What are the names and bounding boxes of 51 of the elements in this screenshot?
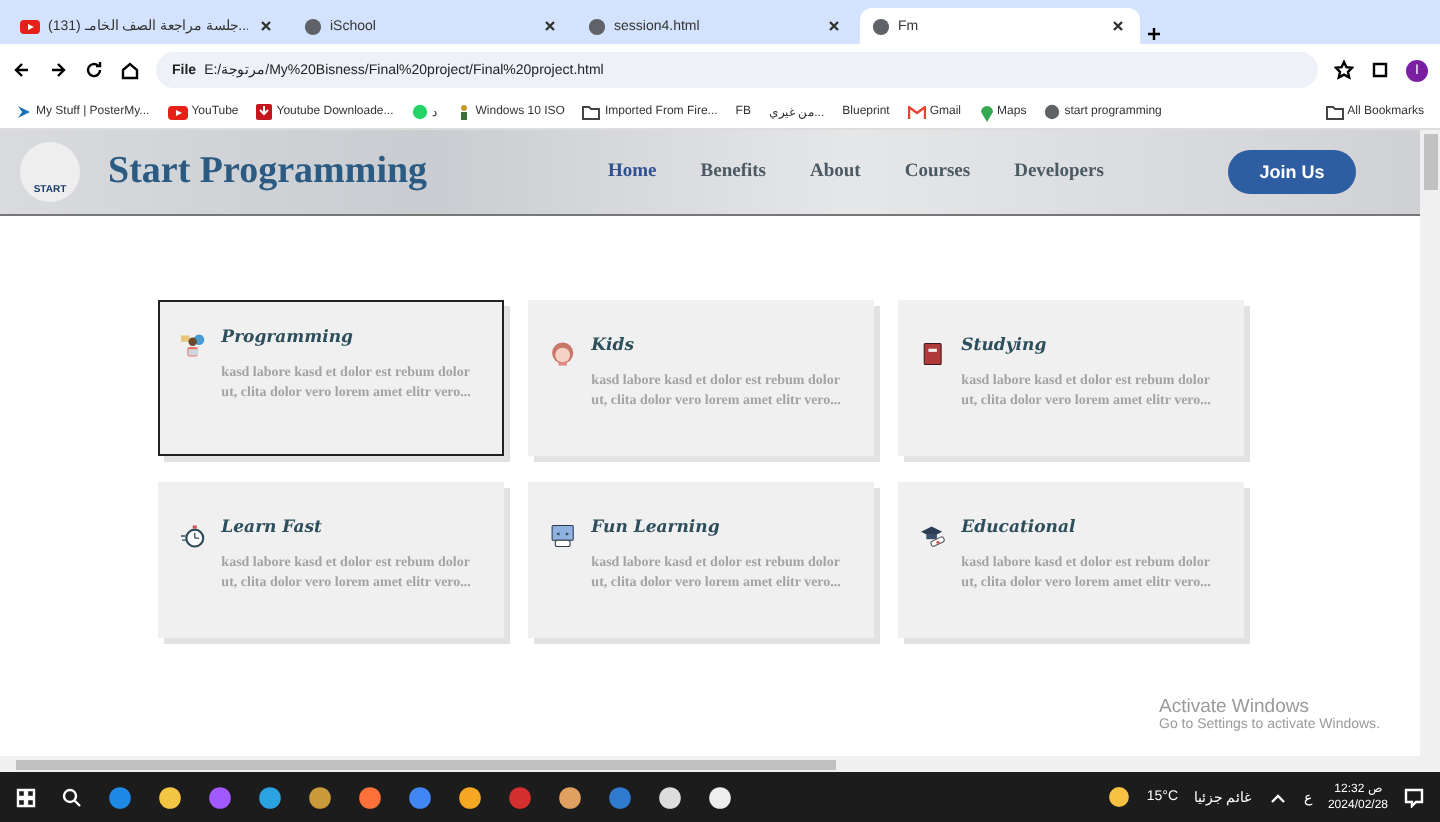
card-title: Fun Learning	[591, 518, 722, 538]
search-icon[interactable]	[62, 787, 82, 807]
nav-link[interactable]: Home	[608, 162, 657, 182]
notification-icon[interactable]	[1404, 787, 1424, 807]
app-icon	[158, 785, 182, 809]
nav-link[interactable]: About	[810, 162, 861, 182]
figure-icon	[455, 104, 472, 120]
card-title: Programming	[221, 328, 355, 348]
card-title: Kids	[591, 336, 637, 356]
app-icon	[608, 785, 632, 809]
app-icon	[358, 785, 382, 809]
activation-title: Activate Windows	[1159, 696, 1309, 718]
app-icon	[458, 785, 482, 809]
app-icon	[408, 785, 432, 809]
download-icon	[256, 104, 273, 120]
mail-icon	[907, 105, 926, 119]
card-title: Educational	[961, 518, 1078, 538]
video-icon	[20, 19, 40, 33]
card-title: Studying	[961, 336, 1049, 356]
horizontal-scrollbar[interactable]	[0, 756, 1440, 772]
reload-icon[interactable]	[84, 60, 104, 80]
plus-icon[interactable]	[1144, 24, 1164, 44]
close-icon[interactable]	[256, 16, 276, 36]
app-icon	[558, 785, 582, 809]
video-icon	[167, 105, 188, 119]
close-icon[interactable]	[824, 16, 844, 36]
app-icon	[208, 785, 232, 809]
home-icon[interactable]	[120, 60, 140, 80]
back-icon[interactable]	[12, 60, 32, 80]
close-icon[interactable]	[540, 16, 560, 36]
folder-icon	[1325, 105, 1344, 119]
app-icon	[308, 785, 332, 809]
app-icon	[258, 785, 282, 809]
forward-icon[interactable]	[48, 60, 68, 80]
nav-link[interactable]: Benefits	[700, 162, 766, 182]
app-icon	[708, 785, 732, 809]
app-icon	[108, 785, 132, 809]
pin-icon	[979, 103, 994, 121]
nav-link[interactable]: Developers	[1014, 162, 1104, 182]
join-button[interactable]: Join Us	[1228, 150, 1356, 194]
nav-link[interactable]: Courses	[904, 162, 971, 182]
star-icon[interactable]	[1334, 60, 1354, 80]
arrow-icon	[16, 104, 32, 120]
folder-icon	[582, 105, 601, 119]
windows-icon[interactable]	[16, 787, 36, 807]
close-icon[interactable]	[1108, 16, 1128, 36]
app-icon	[658, 785, 682, 809]
site-title: Start Programming	[108, 150, 430, 194]
card-title: Learn Fast	[221, 518, 324, 538]
app-icon	[508, 785, 532, 809]
vertical-scrollbar[interactable]	[1420, 130, 1440, 756]
